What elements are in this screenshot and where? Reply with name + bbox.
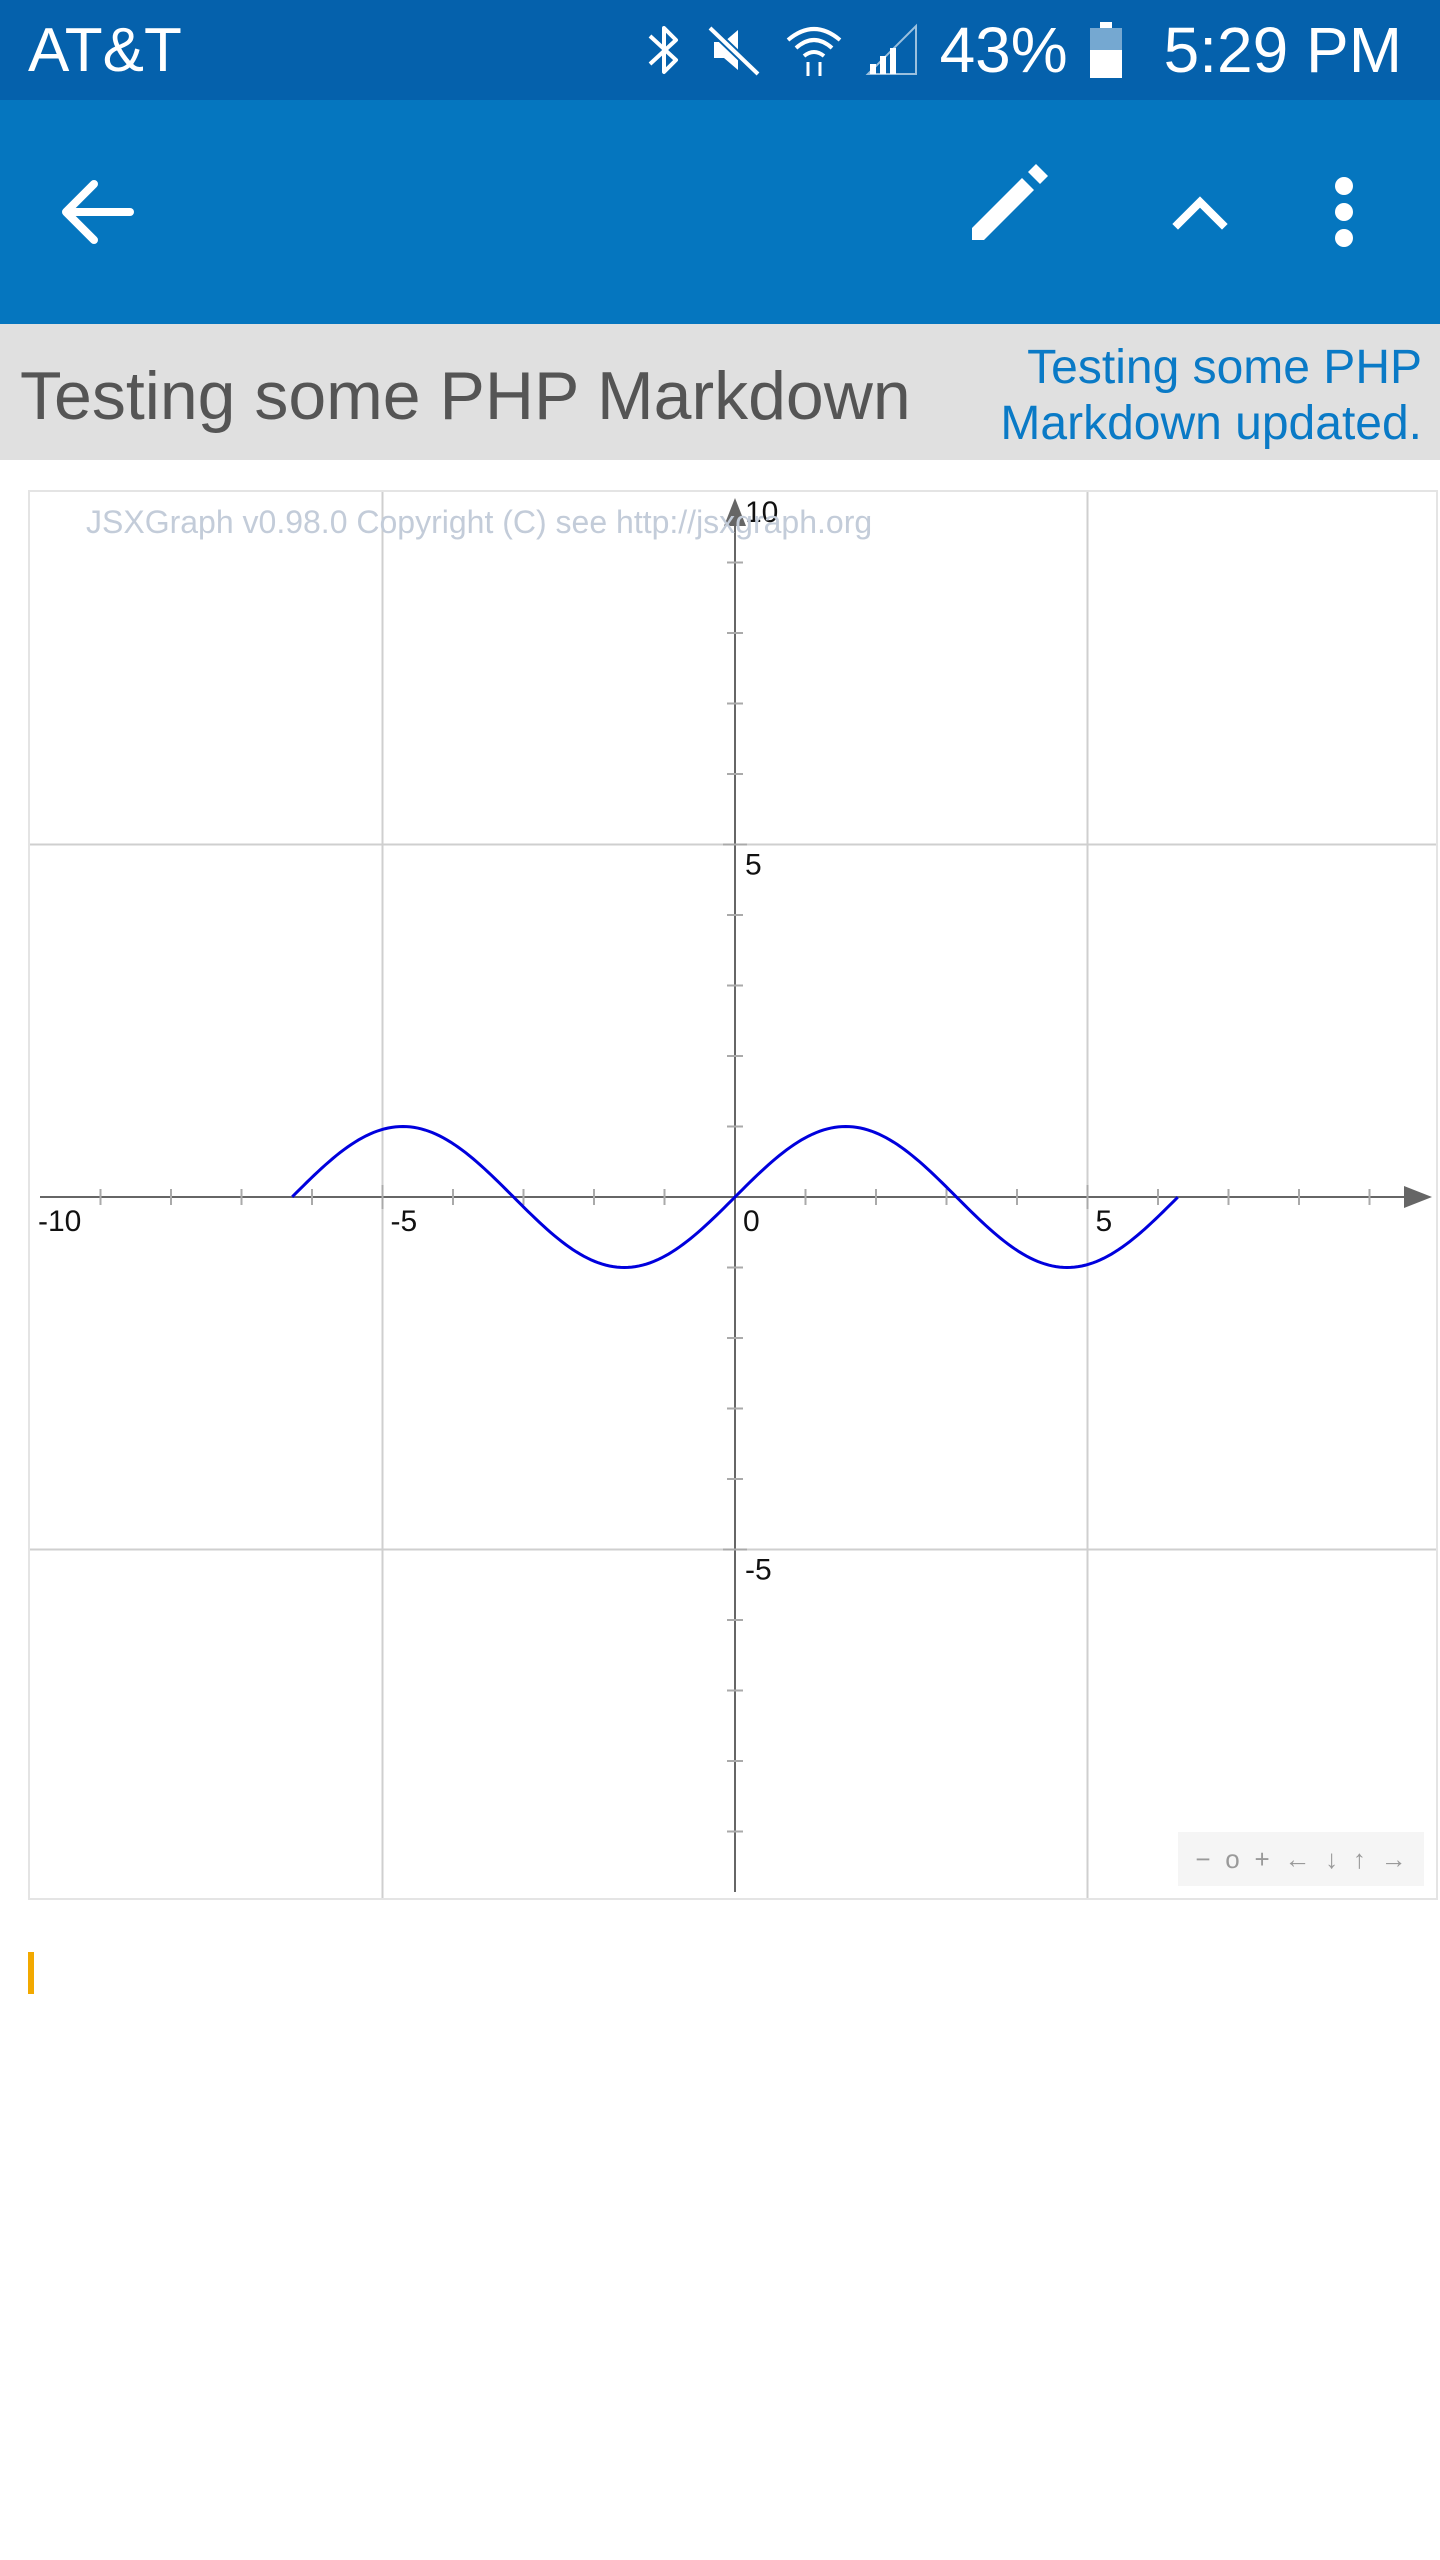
carrier-label: AT&T [28,16,182,85]
x-tick-label: -5 [391,1205,418,1238]
y-tick-label: 5 [745,849,762,882]
wifi-icon [784,20,844,80]
x-axis-arrow [1404,1186,1432,1208]
text-cursor[interactable] [28,1952,34,1994]
copyright-text: JSXGraph v0.98.0 Copyright (C) see http:… [86,504,873,540]
battery-icon [1088,20,1124,80]
edit-pencil-icon [948,152,1068,272]
clock: 5:29 PM [1163,14,1402,86]
page-title: Testing some PHP Markdown [20,358,911,434]
back-button[interactable] [38,152,158,272]
x-tick-label: -10 [38,1205,81,1238]
zoom-in-button[interactable]: + [1254,1844,1269,1875]
back-arrow-icon [38,152,158,272]
chevron-up-icon [1140,152,1260,272]
pan-right-button[interactable]: → [1381,1844,1407,1875]
app-toolbar [0,100,1440,324]
page-subtitle-link[interactable]: Testing some PHP Markdown updated. [902,340,1422,452]
status-icons: 43% 5:29 PM [644,12,1402,88]
more-vert-icon [1284,152,1404,272]
page-header: Testing some PHP Markdown Testing some P… [0,324,1440,460]
collapse-button[interactable] [1140,152,1260,272]
pan-up-button[interactable]: ↑ [1353,1844,1366,1875]
y-tick-label: -5 [745,1554,772,1587]
zoom-out-button[interactable]: − [1195,1844,1210,1875]
bluetooth-icon [644,20,684,80]
graph-navigation-bar: − o + ← ↓ ↑ → [1178,1832,1424,1886]
x-tick-label: 0 [743,1205,760,1238]
edit-button[interactable] [948,152,1068,272]
x-tick-label: 5 [1096,1205,1113,1238]
jsxgraph-board[interactable]: -10 -5 0 5 10 5 -5 JSXGraph v0.98.0 Copyright … [28,490,1438,1900]
pan-left-button[interactable]: ← [1284,1844,1310,1875]
overflow-menu-button[interactable] [1284,152,1404,272]
zoom-reset-button[interactable]: o [1225,1844,1239,1875]
signal-icon [864,20,920,80]
function-plot: -10 -5 0 5105-5 [30,492,1436,1898]
status-bar: AT&T 43% 5:29 PM [0,0,1440,100]
battery-percent: 43% [939,14,1068,86]
mute-icon [704,20,764,80]
pan-down-button[interactable]: ↓ [1325,1844,1338,1875]
